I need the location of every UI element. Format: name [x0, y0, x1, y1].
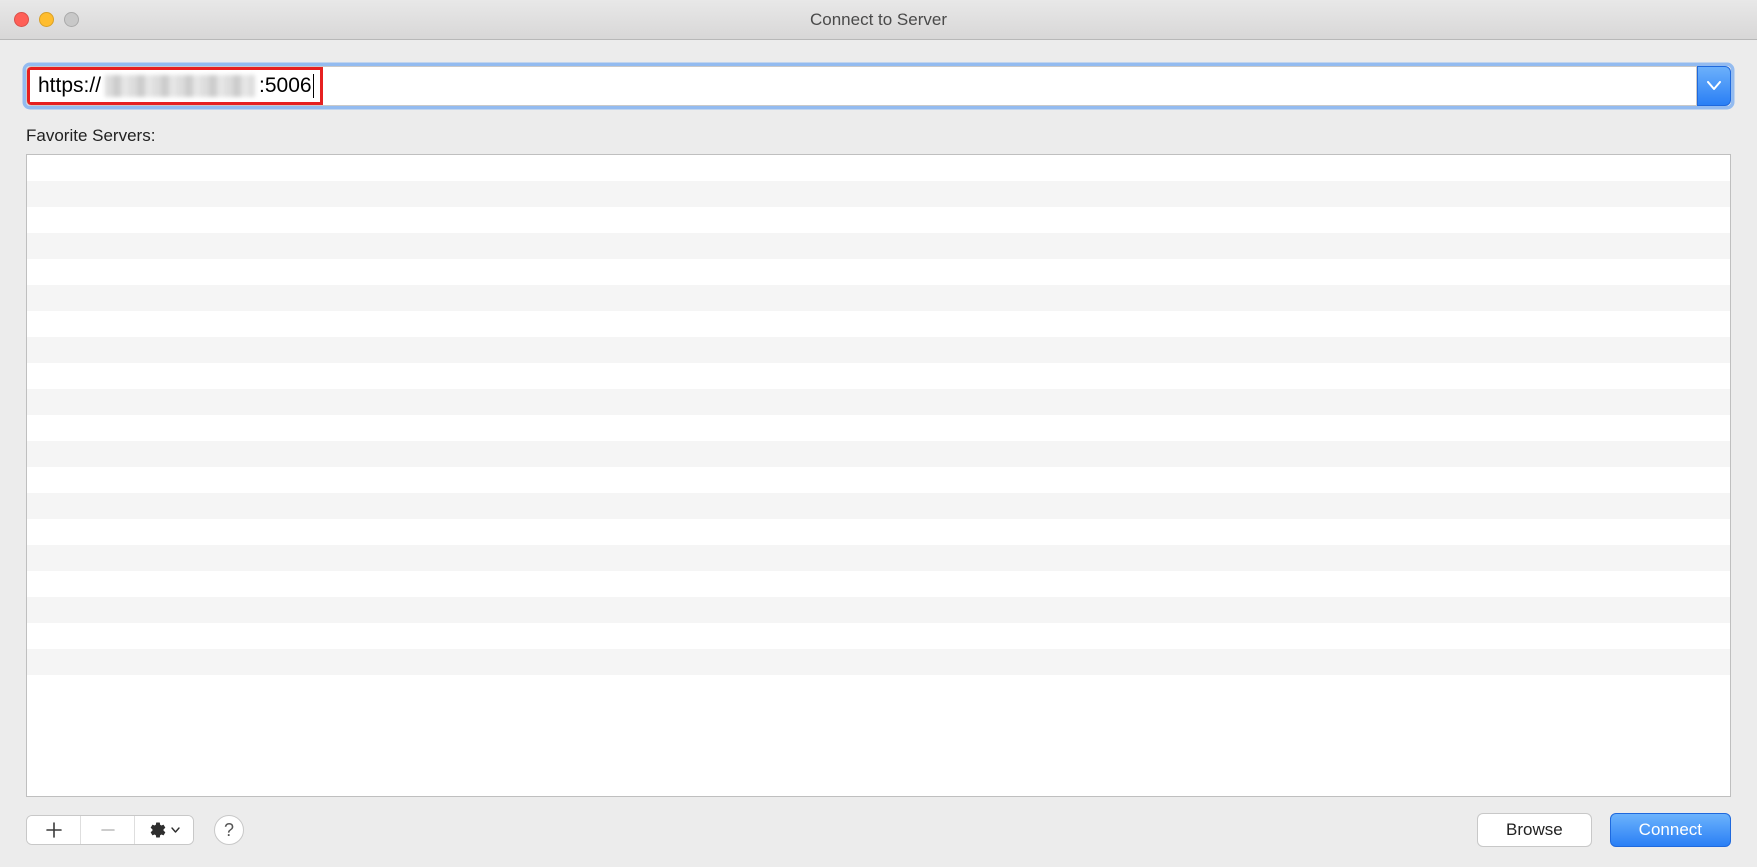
address-redacted-host: [105, 75, 255, 97]
list-item[interactable]: [27, 285, 1730, 311]
favorites-edit-group: [26, 815, 194, 845]
list-item[interactable]: [27, 259, 1730, 285]
list-item[interactable]: [27, 311, 1730, 337]
list-item[interactable]: [27, 363, 1730, 389]
address-highlight-box: https:// :5006: [27, 67, 323, 105]
connect-to-server-window: Connect to Server https:// :5006: [0, 0, 1757, 867]
maximize-window-button: [64, 12, 79, 27]
window-title: Connect to Server: [810, 10, 947, 30]
list-item[interactable]: [27, 389, 1730, 415]
plus-icon: [46, 822, 62, 838]
traffic-lights: [0, 12, 79, 27]
address-input-rest[interactable]: [323, 67, 1696, 105]
list-item[interactable]: [27, 207, 1730, 233]
favorites-list[interactable]: [26, 154, 1731, 797]
list-item[interactable]: [27, 233, 1730, 259]
minus-icon: [100, 822, 116, 838]
list-item[interactable]: [27, 519, 1730, 545]
server-address-combo[interactable]: https:// :5006: [26, 66, 1731, 106]
list-item[interactable]: [27, 623, 1730, 649]
list-item[interactable]: [27, 337, 1730, 363]
favorites-action-menu[interactable]: [135, 816, 193, 844]
add-favorite-button[interactable]: [27, 816, 81, 844]
server-address-row: https:// :5006: [26, 66, 1731, 106]
list-item[interactable]: [27, 545, 1730, 571]
list-item[interactable]: [27, 467, 1730, 493]
server-address-input[interactable]: https:// :5006: [26, 66, 1697, 106]
bottom-toolbar: ? Browse Connect: [26, 797, 1731, 847]
chevron-down-icon: [1707, 81, 1721, 91]
text-cursor: [313, 74, 315, 98]
list-item[interactable]: [27, 571, 1730, 597]
titlebar[interactable]: Connect to Server: [0, 0, 1757, 40]
list-item[interactable]: [27, 597, 1730, 623]
address-history-dropdown[interactable]: [1697, 66, 1731, 106]
list-item[interactable]: [27, 493, 1730, 519]
help-button[interactable]: ?: [214, 815, 244, 845]
favorites-label: Favorite Servers:: [26, 126, 1731, 146]
chevron-down-icon: [171, 827, 180, 833]
favorites-rows: [27, 155, 1730, 796]
minimize-window-button[interactable]: [39, 12, 54, 27]
connect-button[interactable]: Connect: [1610, 813, 1731, 847]
list-item[interactable]: [27, 441, 1730, 467]
address-protocol: https://: [38, 74, 101, 98]
list-item[interactable]: [27, 415, 1730, 441]
browse-button[interactable]: Browse: [1477, 813, 1592, 847]
close-window-button[interactable]: [14, 12, 29, 27]
remove-favorite-button: [81, 816, 135, 844]
window-content: https:// :5006 Favorite Servers:: [0, 40, 1757, 867]
gear-icon: [149, 821, 167, 839]
list-item[interactable]: [27, 155, 1730, 181]
list-item[interactable]: [27, 181, 1730, 207]
help-icon: ?: [224, 820, 234, 841]
address-port: :5006: [259, 74, 312, 98]
list-item[interactable]: [27, 649, 1730, 675]
